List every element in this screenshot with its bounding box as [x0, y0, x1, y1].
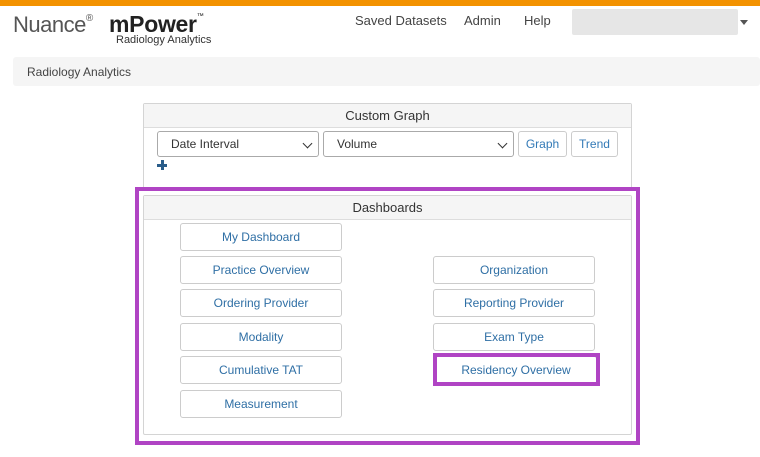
- dashboard-cumulative-tat-button[interactable]: Cumulative TAT: [180, 356, 342, 384]
- dashboard-modality-button[interactable]: Modality: [180, 323, 342, 351]
- logo-registered-mark: ®: [85, 13, 93, 24]
- dashboard-practice-overview-button[interactable]: Practice Overview: [180, 256, 342, 284]
- chevron-down-icon: [302, 138, 313, 149]
- user-menu[interactable]: [572, 9, 738, 35]
- nav-admin[interactable]: Admin: [464, 13, 501, 28]
- date-interval-value: Date Interval: [171, 137, 240, 151]
- metric-select[interactable]: Volume: [323, 131, 514, 157]
- logo[interactable]: Nuance®: [13, 12, 93, 38]
- dashboards-title: Dashboards: [144, 196, 631, 220]
- dashboard-measurement-button[interactable]: Measurement: [180, 390, 342, 418]
- logo-subtitle: Radiology Analytics: [116, 34, 212, 46]
- dashboard-residency-overview-button[interactable]: Residency Overview: [435, 356, 597, 384]
- dashboard-reporting-provider-button[interactable]: Reporting Provider: [433, 289, 595, 317]
- chevron-down-icon[interactable]: [740, 20, 748, 25]
- nav-help[interactable]: Help: [524, 13, 551, 28]
- custom-graph-title: Custom Graph: [144, 104, 631, 128]
- logo-brand: Nuance: [13, 12, 86, 37]
- date-interval-select[interactable]: Date Interval: [157, 131, 319, 157]
- dashboard-exam-type-button[interactable]: Exam Type: [433, 323, 595, 351]
- nav-saved-datasets[interactable]: Saved Datasets: [355, 13, 447, 28]
- metric-value: Volume: [337, 137, 378, 151]
- dashboard-organization-button[interactable]: Organization: [433, 256, 595, 284]
- graph-button[interactable]: Graph: [518, 131, 567, 157]
- dashboard-my-dashboard-button[interactable]: My Dashboard: [180, 223, 342, 251]
- logo-trademark: ™: [196, 13, 204, 20]
- chevron-down-icon: [497, 138, 508, 149]
- dashboard-ordering-provider-button[interactable]: Ordering Provider: [180, 289, 342, 317]
- trend-button[interactable]: Trend: [571, 131, 618, 157]
- breadcrumb-label: Radiology Analytics: [27, 65, 132, 79]
- add-icon[interactable]: [157, 160, 167, 170]
- breadcrumb: Radiology Analytics: [13, 57, 760, 86]
